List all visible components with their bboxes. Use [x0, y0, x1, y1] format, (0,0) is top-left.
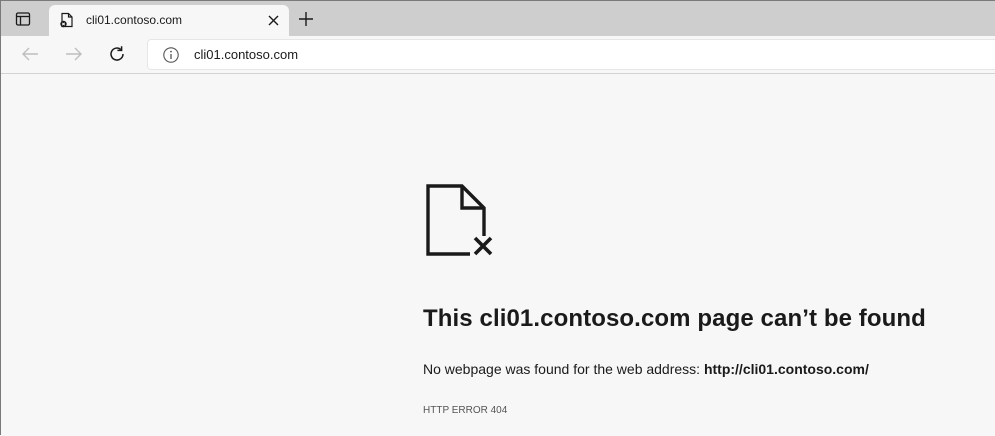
address-bar[interactable]: [147, 39, 995, 70]
refresh-icon: [110, 46, 124, 61]
tab-active[interactable]: cli01.contoso.com: [49, 5, 289, 36]
error-title: This cli01.contoso.com page can’t be fou…: [423, 305, 926, 332]
tab-strip: cli01.contoso.com: [1, 1, 995, 36]
error-description: No webpage was found for the web address…: [423, 361, 869, 377]
back-button[interactable]: [15, 40, 45, 68]
address-input[interactable]: [194, 39, 894, 70]
tab-title: cli01.contoso.com: [86, 13, 183, 27]
error-code: HTTP ERROR 404: [423, 405, 508, 416]
info-icon[interactable]: [162, 46, 180, 64]
arrow-left-icon: [22, 47, 38, 61]
toolbar: [1, 36, 995, 74]
plus-icon: [299, 12, 313, 26]
new-tab-button[interactable]: [294, 7, 318, 31]
page-content: This cli01.contoso.com page can’t be fou…: [2, 74, 995, 436]
forward-button[interactable]: [59, 40, 89, 68]
error-url: http://cli01.contoso.com/: [703, 361, 869, 377]
tab-actions-icon: [15, 12, 31, 26]
tab-actions-button[interactable]: [11, 8, 35, 30]
arrow-right-icon: [66, 47, 82, 61]
error-description-text: No webpage was found for the web address…: [423, 361, 704, 377]
close-icon: [268, 15, 278, 25]
tab-close-button[interactable]: [264, 11, 282, 29]
refresh-button[interactable]: [102, 40, 132, 68]
file-not-found-icon: [426, 184, 498, 260]
page-error-icon: [60, 12, 73, 28]
browser-window: cli01.contoso.com cli01.contoso.com This…: [0, 0, 995, 435]
